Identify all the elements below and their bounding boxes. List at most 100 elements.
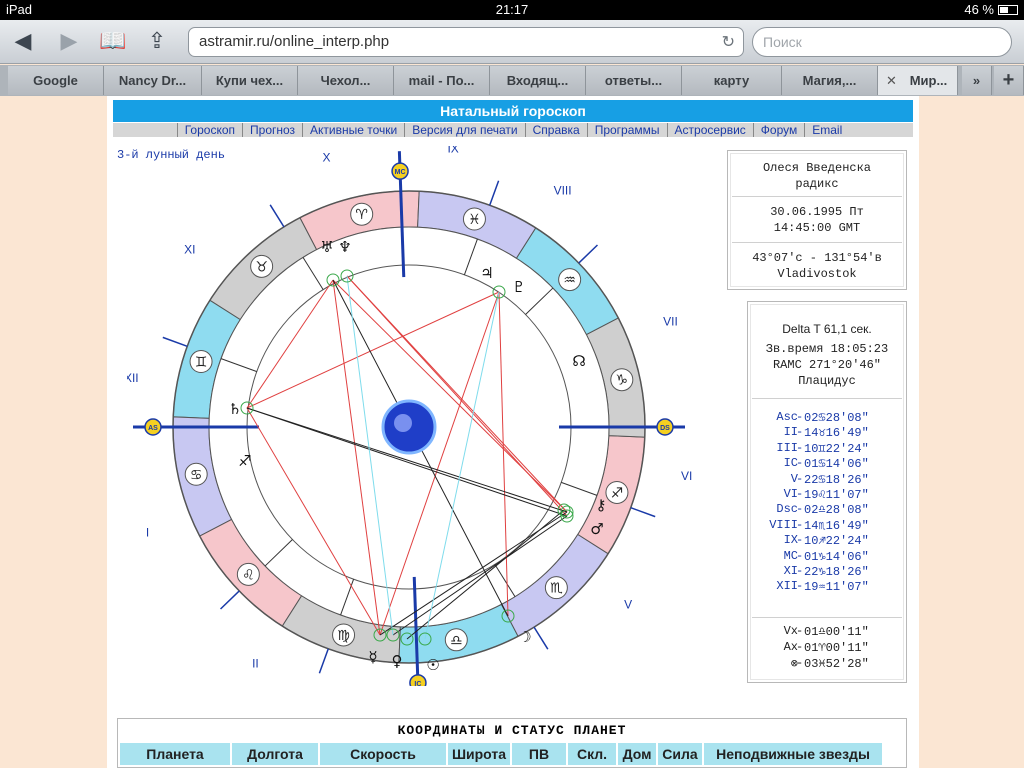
house-numeral: V xyxy=(624,597,632,611)
share-icon[interactable]: ⇪ xyxy=(142,28,172,54)
column-header[interactable]: ПВ xyxy=(512,743,568,765)
house-value: 01♋14'06" xyxy=(804,457,869,472)
column-header[interactable]: Планета xyxy=(120,743,232,765)
house-cusp-row: III -10♊22'24" xyxy=(776,440,869,456)
planet-glyph-icon: ♄ xyxy=(228,400,241,418)
house-value: 19♌11'07" xyxy=(804,487,869,502)
lunar-day: 3-й лунный день xyxy=(117,148,226,162)
column-header[interactable]: Широта xyxy=(448,743,512,765)
planet-glyph-icon: ☊ xyxy=(572,352,585,370)
search-input[interactable]: Поиск xyxy=(752,27,1012,57)
birth-coords: 43°07'с - 131°54'в xyxy=(752,251,882,265)
planet-glyph-icon: ♅ xyxy=(320,238,333,256)
planet-glyph-icon: ♇ xyxy=(512,278,525,296)
tab-item[interactable]: ✕ Мир... xyxy=(878,66,958,95)
birth-time: 14:45:00 GMT xyxy=(773,221,861,235)
tab-item[interactable]: Входящ... xyxy=(490,66,586,95)
column-header[interactable]: Дом xyxy=(618,743,658,765)
axis-label: IC xyxy=(414,681,421,686)
tab-item[interactable]: Магия,... xyxy=(782,66,878,95)
house-value: 14♏16'49" xyxy=(804,518,869,533)
house-cusp-tick xyxy=(489,180,500,206)
tab-label: Купи чех... xyxy=(215,73,284,88)
forward-icon[interactable]: ▶ xyxy=(54,28,84,54)
column-header[interactable]: Долгота xyxy=(232,743,320,765)
tab-label: Мир... xyxy=(909,73,948,88)
clock: 21:17 xyxy=(495,2,529,17)
house-numeral: II xyxy=(252,657,259,671)
zodiac-sign-icon: ♒ xyxy=(563,273,576,289)
house-value: 10♐22'24" xyxy=(804,534,869,549)
column-header[interactable]: Скорость xyxy=(320,743,448,765)
tab-label: ответы... xyxy=(604,73,663,88)
site-menu: Гороскоп Прогноз Активные точки Версия для … xyxy=(113,123,913,137)
tab-label: Чехол... xyxy=(320,73,371,88)
tab-item[interactable]: карту xyxy=(682,66,782,95)
column-header[interactable]: Сила xyxy=(658,743,704,765)
special-points-list: Vx -01♎00'11" Ax -01♈00'11" ⊗ -03♓52'28" xyxy=(752,617,902,672)
tab-label: карту xyxy=(713,73,750,88)
browser-toolbar: ◀ ▶ 📖 ⇪ astramir.ru/online_interp.php ↻ … xyxy=(0,20,1024,64)
tab-item[interactable]: Чехол... xyxy=(298,66,394,95)
menu-item[interactable]: Прогноз xyxy=(242,123,302,137)
tab-label: Магия,... xyxy=(802,73,857,88)
menu-item[interactable]: Email xyxy=(804,123,849,137)
house-numeral: I xyxy=(146,526,149,540)
address-text: astramir.ru/online_interp.php xyxy=(199,33,390,50)
house-name: III xyxy=(776,440,798,455)
natal-chart: ♈♉♊♋♌♍♎♏♐♑♒♓IIIIIIIVVVIVIIVIIIIXXXIXIIAS… xyxy=(127,146,692,686)
house-cusp-row: XI -22♑18'26" xyxy=(783,563,869,579)
planet-glyph-icon: ♃ xyxy=(480,264,493,282)
tab-item[interactable]: Nancy Dr... xyxy=(104,66,202,95)
house-cusp-row: Dsc -02♎28'08" xyxy=(776,502,869,518)
house-cusps-list: Asc -02♋28'08" II -14♉16'49" III -10♊22'24" IC… xyxy=(752,410,902,595)
zodiac-sign-icon: ♏ xyxy=(550,581,563,597)
house-cusp-row: Asc -02♋28'08" xyxy=(776,410,869,425)
battery-label: 46 % xyxy=(964,2,994,17)
house-cusp-row: V -22♋18'26" xyxy=(790,471,869,487)
house-value: 19♒11'07" xyxy=(804,580,869,595)
star-time: Зв.время 18:05:23 xyxy=(765,342,889,356)
menu-item[interactable]: Активные точки xyxy=(302,123,404,137)
house-cusp-row: VI -19♌11'07" xyxy=(783,486,869,502)
bookmarks-icon[interactable]: 📖 xyxy=(98,28,128,54)
menu-item[interactable]: Справка xyxy=(524,123,587,137)
person-name: Олеся Введенска xyxy=(762,161,872,175)
column-header[interactable]: Скл. xyxy=(568,743,618,765)
planet-glyph-icon: ♆ xyxy=(338,238,351,256)
planet-glyph-icon: ⚷ xyxy=(596,496,607,514)
house-numeral: VIII xyxy=(554,183,572,197)
axis-label: MC xyxy=(395,169,406,176)
menu-item[interactable]: Гороскоп xyxy=(176,123,242,137)
reload-icon[interactable]: ↻ xyxy=(722,32,735,52)
ramc: RAMC 271°20'46" xyxy=(772,358,882,372)
house-value: 22♋18'26" xyxy=(804,472,869,487)
table-header: Планета Долгота Скорость Широта ПВ Скл. Дом Сил… xyxy=(120,743,904,765)
tab-item[interactable]: ответы... xyxy=(586,66,682,95)
menu-item[interactable]: Версия для печати xyxy=(404,123,524,137)
tab-item[interactable]: Купи чех... xyxy=(202,66,298,95)
zodiac-sign-icon: ♍ xyxy=(337,628,350,644)
house-cusp-tick xyxy=(578,244,598,264)
menu-item[interactable]: Астросервис xyxy=(666,123,753,137)
point-value: 01♈00'11" xyxy=(804,641,869,655)
house-value: 01♑14'06" xyxy=(804,549,869,564)
tab-item[interactable]: mail - По... xyxy=(394,66,490,95)
zodiac-sign-icon: ♓ xyxy=(468,212,481,228)
house-cusp-row: VIII -14♏16'49" xyxy=(769,517,869,533)
menu-item[interactable]: Форум xyxy=(752,123,804,137)
column-header[interactable]: Неподвижные звезды xyxy=(704,743,884,765)
status-bar: iPad 21:17 46 % xyxy=(0,0,1024,20)
menu-item[interactable]: Программы xyxy=(586,123,667,137)
new-tab-icon[interactable]: + xyxy=(994,66,1024,95)
back-icon[interactable]: ◀ xyxy=(8,28,38,54)
close-tab-icon[interactable]: ✕ xyxy=(886,66,897,95)
earth-land xyxy=(394,414,412,432)
address-bar[interactable]: astramir.ru/online_interp.php ↻ xyxy=(188,27,744,57)
more-tabs-icon[interactable]: » xyxy=(962,66,992,95)
planet-glyph-icon: ♀ xyxy=(392,652,403,670)
house-system: Плацидус xyxy=(798,374,856,388)
zodiac-sign-icon: ♉ xyxy=(255,259,268,275)
planet-glyph-icon: ☽ xyxy=(518,628,531,646)
tab-item[interactable]: Google xyxy=(8,66,104,95)
